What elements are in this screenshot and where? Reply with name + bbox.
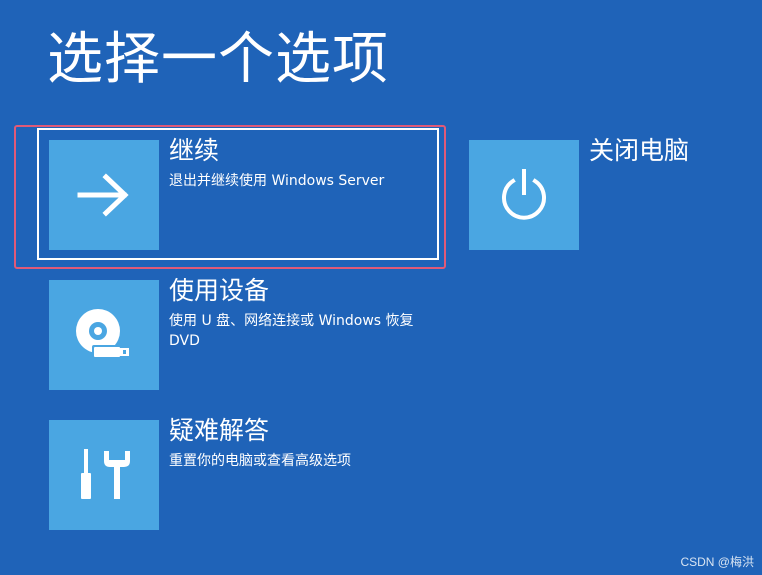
use-device-option[interactable]: 使用设备 使用 U 盘、网络连接或 Windows 恢复 DVD bbox=[49, 276, 439, 390]
troubleshoot-tile[interactable] bbox=[49, 420, 159, 530]
shutdown-option[interactable]: 关闭电脑 bbox=[469, 136, 729, 250]
shutdown-tile[interactable] bbox=[469, 140, 579, 250]
power-icon bbox=[502, 169, 546, 220]
arrow-right-icon bbox=[77, 173, 129, 217]
use-device-description: 使用 U 盘、网络连接或 Windows 恢复 DVD bbox=[169, 313, 414, 349]
tools-icon bbox=[81, 449, 130, 499]
troubleshoot-option[interactable]: 疑难解答 重置你的电脑或查看高级选项 bbox=[49, 416, 439, 530]
use-device-tile[interactable] bbox=[49, 280, 159, 390]
continue-title: 继续 bbox=[169, 136, 220, 165]
use-device-title: 使用设备 bbox=[169, 276, 270, 305]
shutdown-title: 关闭电脑 bbox=[589, 136, 690, 165]
troubleshoot-title: 疑难解答 bbox=[169, 416, 270, 445]
continue-tile[interactable] bbox=[49, 140, 159, 250]
continue-option[interactable]: 继续 退出并继续使用 Windows Server bbox=[49, 136, 439, 250]
page-title: 选择一个选项 bbox=[47, 27, 389, 92]
troubleshoot-description: 重置你的电脑或查看高级选项 bbox=[169, 453, 351, 469]
watermark: CSDN @梅洪 bbox=[680, 555, 754, 569]
continue-description: 退出并继续使用 Windows Server bbox=[169, 173, 385, 189]
disc-usb-icon bbox=[76, 309, 129, 359]
